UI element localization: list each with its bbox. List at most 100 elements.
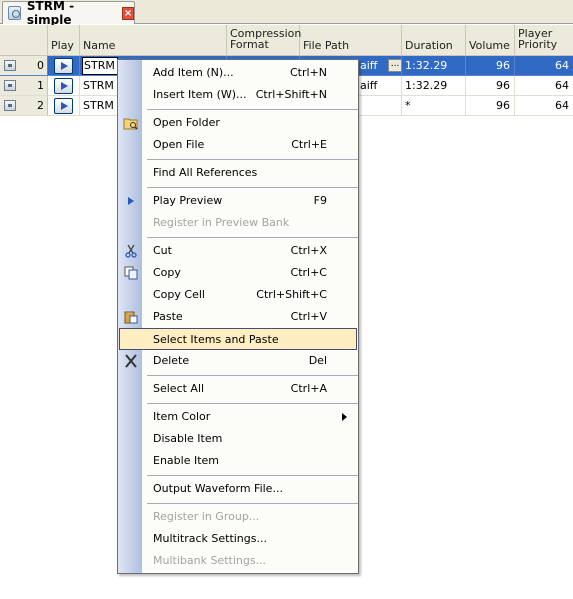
menu-label: Select All <box>153 382 205 395</box>
menu-label: Item Color <box>153 410 211 423</box>
play-cell <box>48 76 80 96</box>
close-tab-icon[interactable]: × <box>122 6 134 20</box>
row-item-icon <box>4 80 16 91</box>
menu-item-copy[interactable]: Copy Ctrl+C <box>119 262 358 284</box>
menu-item-multibank-settings: Multibank Settings... <box>119 550 358 572</box>
play-button[interactable] <box>54 78 73 94</box>
scissors-icon <box>123 244 139 258</box>
priority-cell[interactable]: 64 <box>515 56 573 76</box>
row-item-icon <box>4 100 16 111</box>
menu-item-play-preview[interactable]: Play Preview F9 <box>119 190 358 212</box>
menu-label: Add Item (N)... <box>153 66 234 79</box>
menu-item-insert-item[interactable]: Insert Item (W)... Ctrl+Shift+N <box>119 84 358 106</box>
row-index: 2 <box>37 99 44 112</box>
header-volume[interactable]: Volume <box>466 25 515 56</box>
volume-cell[interactable]: 96 <box>466 96 515 116</box>
menu-label: Insert Item (W)... <box>153 88 247 101</box>
menu-shortcut: F9 <box>313 194 327 207</box>
header-name[interactable]: Name <box>80 25 227 56</box>
menu-item-select-items-and-paste[interactable]: Select Items and Paste <box>119 328 357 350</box>
browse-file-button[interactable]: ... <box>388 59 402 72</box>
menu-item-find-all-references[interactable]: Find All References <box>119 162 358 184</box>
row-index: 0 <box>37 59 44 72</box>
menu-label: Paste <box>153 310 183 323</box>
menu-separator <box>147 159 358 160</box>
menu-separator <box>147 475 358 476</box>
header-duration[interactable]: Duration <box>402 25 466 56</box>
menu-separator <box>147 237 358 238</box>
menu-label: Register in Preview Bank <box>153 216 290 229</box>
row-header[interactable]: 0 <box>0 56 48 76</box>
open-folder-icon <box>123 116 139 130</box>
menu-item-open-folder[interactable]: Open Folder <box>119 112 358 134</box>
submenu-arrow-icon <box>342 413 347 421</box>
menu-separator <box>147 187 358 188</box>
menu-item-enable-item[interactable]: Enable Item <box>119 450 358 472</box>
menu-item-output-waveform-file[interactable]: Output Waveform File... <box>119 478 358 500</box>
menu-item-add-item[interactable]: Add Item (N)... Ctrl+N <box>119 62 358 84</box>
row-item-icon <box>4 60 16 71</box>
menu-item-item-color[interactable]: Item Color <box>119 406 358 428</box>
menu-shortcut: Ctrl+C <box>290 266 327 279</box>
header-player-priority[interactable]: Player Priority <box>515 25 573 56</box>
file-path-value: aiff <box>360 59 378 72</box>
menu-separator <box>147 109 358 110</box>
grid-header: Play Name Compression Format File Path D… <box>0 25 573 56</box>
tab-strm-simple[interactable]: STRM - simple × <box>2 0 135 27</box>
play-button[interactable] <box>54 58 73 74</box>
row-index: 1 <box>37 79 44 92</box>
row-header[interactable]: 2 <box>0 96 48 116</box>
play-button[interactable] <box>54 98 73 114</box>
menu-label: Copy Cell <box>153 288 205 301</box>
document-icon <box>8 6 21 20</box>
menu-label: Copy <box>153 266 181 279</box>
menu-label: Open Folder <box>153 116 220 129</box>
menu-label: Disable Item <box>153 432 223 445</box>
menu-shortcut: Ctrl+E <box>291 138 327 151</box>
file-path-value: aiff <box>360 79 378 92</box>
volume-cell[interactable]: 96 <box>466 56 515 76</box>
menu-label: Cut <box>153 244 172 257</box>
paste-icon <box>123 310 139 324</box>
menu-item-cut[interactable]: Cut Ctrl+X <box>119 240 358 262</box>
menu-item-open-file[interactable]: Open File Ctrl+E <box>119 134 358 156</box>
menu-separator <box>147 403 358 404</box>
menu-item-register-in-preview-bank: Register in Preview Bank <box>119 212 358 234</box>
tab-strip: STRM - simple × <box>0 0 573 27</box>
tab-title: STRM - simple <box>26 0 75 27</box>
priority-cell[interactable]: 64 <box>515 76 573 96</box>
duration-cell[interactable]: 1:32.29 <box>402 56 466 76</box>
menu-label: Output Waveform File... <box>153 482 283 495</box>
menu-shortcut: Ctrl+Shift+N <box>255 88 327 101</box>
name-edit-field[interactable]: STRM <box>82 57 118 75</box>
menu-item-copy-cell[interactable]: Copy Cell Ctrl+Shift+C <box>119 284 358 306</box>
menu-item-register-in-group: Register in Group... <box>119 506 358 528</box>
priority-cell[interactable]: 64 <box>515 96 573 116</box>
menu-item-paste[interactable]: Paste Ctrl+V <box>119 306 358 328</box>
menu-item-delete[interactable]: Delete Del <box>119 350 358 372</box>
menu-label: Multitrack Settings... <box>153 532 267 545</box>
menu-item-select-all[interactable]: Select All Ctrl+A <box>119 378 358 400</box>
row-header[interactable]: 1 <box>0 76 48 96</box>
menu-label: Open File <box>153 138 205 151</box>
menu-label: Register in Group... <box>153 510 260 523</box>
menu-shortcut: Ctrl+A <box>290 382 327 395</box>
menu-shortcut: Ctrl+V <box>290 310 327 323</box>
volume-cell[interactable]: 96 <box>466 76 515 96</box>
menu-shortcut: Ctrl+N <box>289 66 327 79</box>
duration-cell[interactable]: 1:32.29 <box>402 76 466 96</box>
menu-item-multitrack-settings[interactable]: Multitrack Settings... <box>119 528 358 550</box>
duration-cell[interactable]: * <box>402 96 466 116</box>
menu-label: Play Preview <box>153 194 223 207</box>
header-compression[interactable]: Compression Format <box>227 25 301 56</box>
play-cell <box>48 56 80 76</box>
copy-icon <box>123 266 139 280</box>
menu-item-disable-item[interactable]: Disable Item <box>119 428 358 450</box>
context-menu: Add Item (N)... Ctrl+N Insert Item (W)..… <box>117 59 359 574</box>
header-file-path[interactable]: File Path <box>300 25 402 56</box>
menu-shortcut: Ctrl+Shift+C <box>256 288 327 301</box>
menu-label: Delete <box>153 354 190 367</box>
menu-shortcut: Del <box>308 354 327 367</box>
header-play[interactable]: Play <box>48 25 80 56</box>
play-cell <box>48 96 80 116</box>
